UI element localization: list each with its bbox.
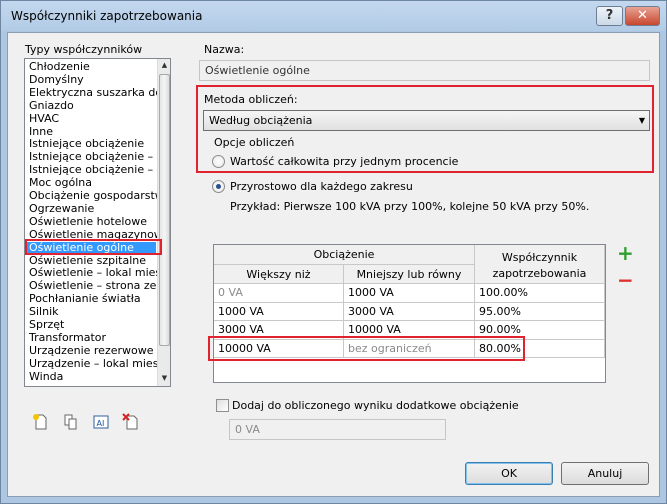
new-type-icon[interactable] bbox=[32, 413, 50, 431]
list-item[interactable]: Inne bbox=[29, 125, 53, 138]
header-less: Mniejszy lub równy bbox=[344, 265, 475, 284]
radio-total[interactable] bbox=[212, 155, 225, 168]
delete-type-icon[interactable] bbox=[122, 413, 140, 431]
list-item[interactable]: Istniejące obciążenie – obc bbox=[29, 151, 170, 163]
list-item[interactable]: Istniejące obciążenie bbox=[29, 138, 144, 150]
chevron-down-icon: ▼ bbox=[638, 116, 645, 125]
list-item[interactable]: Chłodzenie bbox=[29, 61, 90, 73]
window-title: Współczynniki zapotrzebowania bbox=[11, 9, 203, 23]
method-dropdown[interactable]: Według obciążenia ▼ bbox=[203, 110, 650, 131]
name-label: Nazwa: bbox=[204, 43, 245, 56]
list-item[interactable]: HVAC bbox=[29, 112, 59, 125]
last-row-highlight bbox=[208, 336, 525, 361]
additional-load-checkbox[interactable] bbox=[216, 399, 229, 412]
types-label: Typy współczynników bbox=[25, 43, 143, 56]
table-cell-factor[interactable]: 95.00% bbox=[475, 302, 605, 321]
title-bar: Współczynniki zapotrzebowania ? ✕ bbox=[1, 1, 666, 31]
scroll-thumb[interactable] bbox=[159, 74, 170, 346]
table-cell-greater[interactable]: 0 VA bbox=[214, 284, 344, 303]
types-listbox[interactable]: Chłodzenie Domyślny Elektryczna suszarka d… bbox=[24, 58, 171, 387]
list-item[interactable]: Gniazdo bbox=[29, 99, 74, 112]
rename-type-icon[interactable]: AI bbox=[92, 413, 110, 431]
table-cell-factor[interactable]: 100.00% bbox=[475, 284, 605, 303]
example-text: Przykład: Pierwsze 100 kVA przy 100%, ko… bbox=[230, 200, 590, 213]
remove-row-icon[interactable]: − bbox=[617, 270, 634, 290]
list-item[interactable]: Pochłanianie światła bbox=[29, 293, 141, 305]
dialog-body: Typy współczynników Chłodzenie Domyślny El… bbox=[7, 32, 660, 497]
method-dropdown-value: Według obciążenia bbox=[209, 114, 313, 127]
help-button[interactable]: ? bbox=[596, 6, 623, 26]
table-cell-less[interactable]: 1000 VA bbox=[344, 284, 475, 303]
method-label: Metoda obliczeń: bbox=[204, 93, 298, 106]
types-scrollbar[interactable]: ▲ ▼ bbox=[157, 59, 170, 386]
cancel-button[interactable]: Anuluj bbox=[561, 462, 649, 485]
list-item[interactable]: Oświetlenie hotelowe bbox=[29, 215, 147, 228]
list-item[interactable]: Silnik bbox=[29, 306, 59, 318]
list-item[interactable]: Sprzęt bbox=[29, 319, 64, 331]
duplicate-type-icon[interactable] bbox=[62, 413, 80, 431]
list-item[interactable]: Transformator bbox=[29, 331, 106, 344]
list-item[interactable]: Elektryczna suszarka do ub bbox=[29, 86, 170, 99]
list-item[interactable]: Ogrzewanie bbox=[29, 202, 94, 215]
header-factor-line1: Współczynnik bbox=[501, 251, 578, 264]
close-button[interactable]: ✕ bbox=[625, 6, 660, 26]
list-item[interactable]: Oświetlenie – strona zewnę bbox=[29, 280, 170, 292]
list-item[interactable]: Istniejące obciążenie – ośw bbox=[29, 164, 170, 176]
options-label: Opcje obliczeń bbox=[214, 136, 295, 149]
header-factor-line2: zapotrzebowania bbox=[492, 267, 587, 280]
list-item[interactable]: Moc ogólna bbox=[29, 177, 92, 189]
header-group: Obciążenie bbox=[214, 245, 475, 265]
radio-incremental-label: Przyrostowo dla każdego zakresu bbox=[230, 180, 413, 193]
selected-item-highlight bbox=[25, 239, 162, 255]
additional-load-label: Dodaj do obliczonego wyniku dodatkowe ob… bbox=[232, 399, 519, 412]
ok-button[interactable]: OK bbox=[465, 462, 553, 485]
list-item[interactable]: Oświetlenie szpitalne bbox=[29, 254, 146, 267]
radio-total-label: Wartość całkowita przy jednym procencie bbox=[230, 155, 459, 168]
list-item[interactable]: Domyślny bbox=[29, 73, 84, 86]
factor-table: Obciążenie Większy niż Mniejszy lub równ… bbox=[213, 244, 606, 383]
table-cell-less[interactable]: 3000 VA bbox=[344, 302, 475, 321]
header-factor: Współczynnik zapotrzebowania bbox=[475, 245, 605, 284]
header-greater: Większy niż bbox=[214, 265, 344, 284]
additional-load-field: 0 VA bbox=[229, 419, 446, 440]
table-cell-greater[interactable]: 1000 VA bbox=[214, 302, 344, 321]
list-item[interactable]: Winda bbox=[29, 370, 63, 383]
scroll-up-icon[interactable]: ▲ bbox=[158, 59, 170, 72]
add-row-icon[interactable]: + bbox=[617, 243, 634, 263]
name-field: Oświetlenie ogólne bbox=[199, 60, 650, 81]
radio-incremental[interactable] bbox=[212, 180, 225, 193]
scroll-down-icon[interactable]: ▼ bbox=[158, 372, 170, 385]
list-item[interactable]: Obciążenie gospodarstwa d bbox=[29, 190, 170, 202]
svg-text:AI: AI bbox=[97, 419, 105, 428]
list-item[interactable]: Urządzenie rezerwowe bbox=[29, 344, 154, 357]
dialog-window: Współczynniki zapotrzebowania ? ✕ Typy w… bbox=[0, 0, 667, 504]
list-item[interactable]: Urządzenie – lokal mieszka bbox=[29, 357, 170, 370]
list-item[interactable]: Oświetlenie – lokal mieszka bbox=[29, 267, 170, 279]
